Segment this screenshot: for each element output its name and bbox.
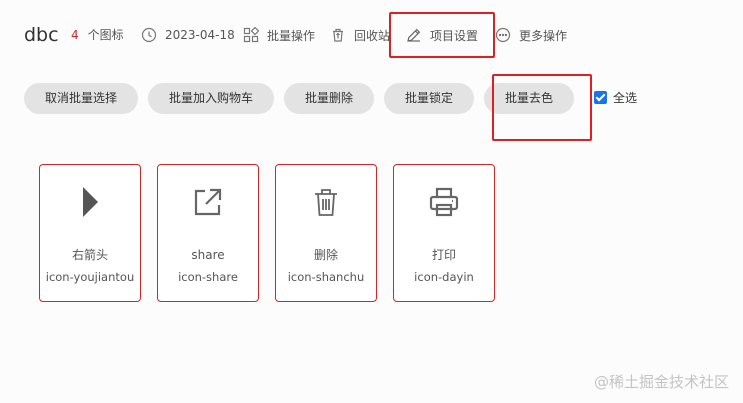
created-date-text: 2023-04-18 bbox=[165, 28, 235, 42]
icon-preview bbox=[158, 185, 258, 219]
icon-code: icon-shanchu bbox=[287, 270, 365, 284]
batch-add-to-cart-button[interactable]: 批量加入购物车 bbox=[148, 83, 274, 114]
batch-decolor-button[interactable]: 批量去色 bbox=[484, 83, 574, 114]
icon-name: share bbox=[191, 248, 225, 262]
recycle-bin-button[interactable]: 回收站 bbox=[330, 24, 390, 46]
icon-preview bbox=[394, 185, 494, 219]
batch-operation-button[interactable]: 批量操作 bbox=[243, 24, 315, 46]
cancel-batch-select-button[interactable]: 取消批量选择 bbox=[24, 83, 138, 114]
project-title: dbc bbox=[24, 24, 59, 46]
printer-icon bbox=[429, 187, 459, 217]
icon-count: 4 个图标 bbox=[71, 26, 124, 44]
share-icon bbox=[194, 188, 222, 216]
created-date: 2023-04-18 bbox=[141, 24, 235, 46]
more-operations-button[interactable]: 更多操作 bbox=[495, 24, 567, 46]
icon-card[interactable]: share icon-share bbox=[157, 164, 259, 302]
project-settings-button[interactable]: 项目设置 bbox=[406, 24, 478, 46]
select-all-label: 全选 bbox=[613, 91, 638, 105]
project-settings-label: 项目设置 bbox=[430, 28, 479, 43]
batch-operation-label: 批量操作 bbox=[267, 28, 316, 43]
clock-icon bbox=[141, 27, 157, 43]
batch-lock-button[interactable]: 批量锁定 bbox=[384, 83, 474, 114]
watermark: @稀土掘金技术社区 bbox=[593, 373, 729, 391]
more-dots-icon bbox=[495, 27, 511, 43]
icon-count-unit: 个图标 bbox=[87, 28, 124, 42]
more-operations-label: 更多操作 bbox=[519, 28, 568, 43]
recycle-bin-label: 回收站 bbox=[354, 28, 390, 43]
trash-icon bbox=[315, 189, 337, 216]
pencil-icon bbox=[407, 28, 421, 42]
icon-name: 打印 bbox=[431, 248, 456, 262]
icon-code: icon-share bbox=[178, 270, 238, 284]
icon-code: icon-youjiantou bbox=[45, 270, 135, 284]
icon-preview bbox=[276, 185, 376, 219]
batch-delete-button[interactable]: 批量删除 bbox=[284, 83, 374, 114]
select-all-checkbox[interactable]: 全选 bbox=[594, 89, 637, 106]
icon-card[interactable]: 右箭头 icon-youjiantou bbox=[39, 164, 141, 302]
icon-name: 删除 bbox=[313, 248, 338, 262]
arrow-right-icon bbox=[83, 187, 98, 217]
icon-card[interactable]: 打印 icon-dayin bbox=[393, 164, 495, 302]
checkbox-checked-icon[interactable] bbox=[594, 91, 607, 104]
icon-code: icon-dayin bbox=[414, 270, 474, 284]
icon-card[interactable]: 删除 icon-shanchu bbox=[275, 164, 377, 302]
icon-count-number: 4 bbox=[71, 28, 79, 42]
grid-icon bbox=[243, 27, 259, 43]
icon-name: 右箭头 bbox=[71, 248, 108, 262]
icon-preview bbox=[40, 185, 140, 219]
recycle-bin-icon bbox=[333, 28, 343, 42]
